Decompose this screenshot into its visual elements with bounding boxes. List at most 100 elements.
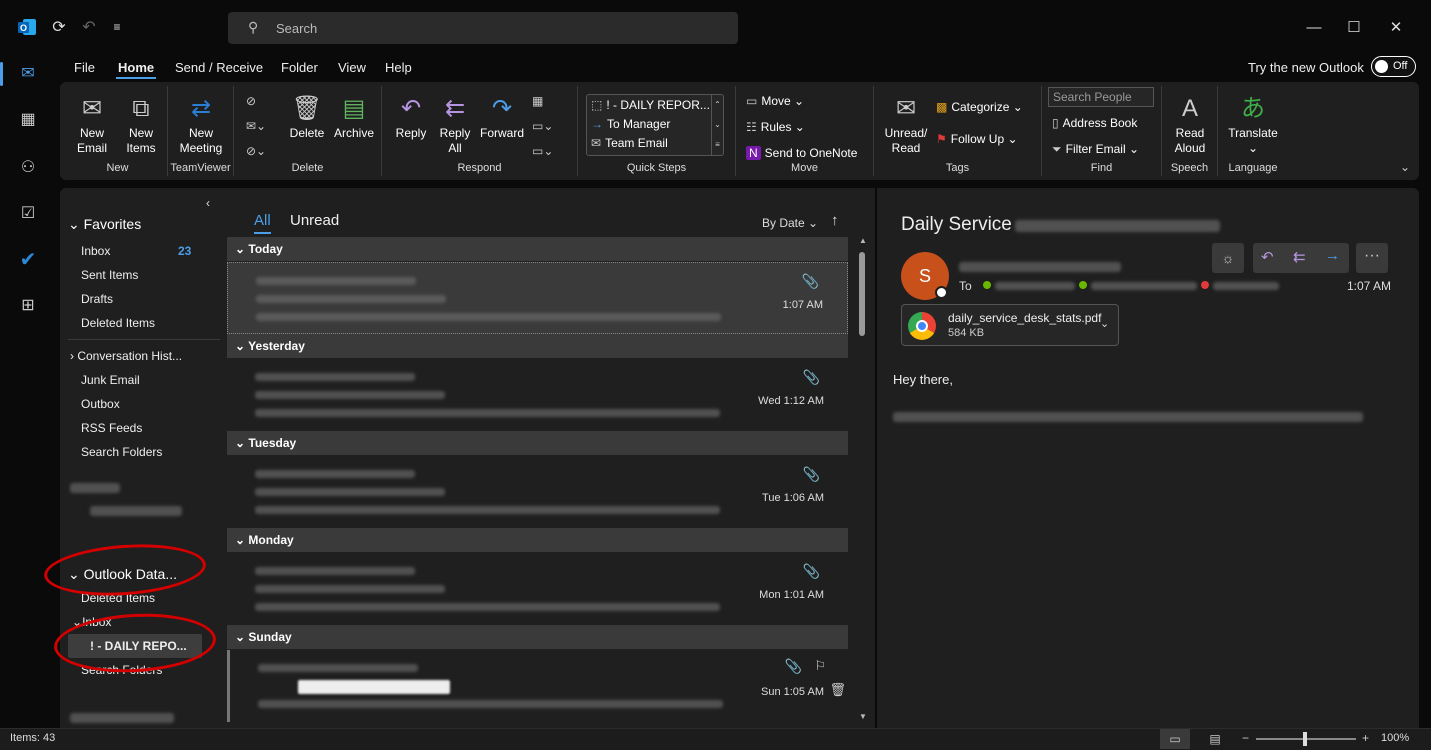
favorites-header[interactable]: ⌄ Favorites bbox=[68, 216, 141, 233]
menu-home[interactable]: Home bbox=[118, 60, 154, 75]
meeting-reply-icon[interactable]: ▦ bbox=[532, 94, 547, 108]
reply-icon[interactable]: ↶ bbox=[1261, 248, 1274, 266]
sort-direction-icon[interactable]: ↑ bbox=[831, 212, 839, 229]
people-icon[interactable]: ⚇ bbox=[14, 154, 42, 182]
filter-email-button[interactable]: ⏷ Filter Email ⌄ bbox=[1052, 142, 1139, 157]
reading-view-icon[interactable]: ▤ bbox=[1200, 729, 1230, 749]
menu-file[interactable]: File bbox=[74, 60, 95, 75]
group-yesterday[interactable]: ⌄ Yesterday bbox=[227, 334, 848, 358]
more-actions-icon[interactable]: ··· bbox=[1356, 243, 1388, 273]
search-people-input[interactable]: Search People bbox=[1048, 87, 1154, 107]
new-email-button[interactable]: ✉ New Email bbox=[72, 92, 112, 156]
message-item[interactable]: 📎 Mon 1:01 AM bbox=[227, 553, 848, 625]
sync-icon[interactable]: ⟳ bbox=[46, 14, 72, 40]
rules-button[interactable]: ☷ Rules ⌄ bbox=[746, 120, 805, 134]
minimize-button[interactable]: — bbox=[1294, 14, 1334, 42]
close-button[interactable]: ✕ bbox=[1376, 14, 1416, 42]
unread-read-button[interactable]: ✉ Unread/ Read bbox=[882, 92, 930, 156]
reply-button[interactable]: ↶ Reply bbox=[390, 92, 432, 141]
theme-toggle-icon[interactable]: ☼ bbox=[1212, 243, 1244, 273]
scroll-up-icon[interactable]: ▲ bbox=[859, 236, 867, 245]
ignore-icon[interactable]: ⊘ bbox=[246, 94, 260, 108]
presence-busy-icon bbox=[1201, 281, 1209, 289]
blurred-account-2 bbox=[70, 713, 174, 723]
normal-view-icon[interactable]: ▭ bbox=[1160, 729, 1190, 749]
group-monday[interactable]: ⌄ Monday bbox=[227, 528, 848, 552]
undo-icon[interactable]: ↶ bbox=[76, 14, 102, 40]
im-reply-icon[interactable]: ▭⌄ bbox=[532, 119, 557, 133]
ribbon-group-move: ▭ Move ⌄ ☷ Rules ⌄ N Send to OneNote Move bbox=[736, 86, 874, 176]
fav-sent-items[interactable]: Sent Items bbox=[81, 268, 138, 282]
new-meeting-button[interactable]: ⇄ New Meeting bbox=[174, 92, 228, 156]
quickstep-team-email[interactable]: ✉ Team Email bbox=[591, 136, 668, 150]
forward-icon[interactable]: → bbox=[1325, 247, 1340, 264]
reply-all-icon[interactable]: ⇇ bbox=[1293, 248, 1306, 266]
message-item[interactable]: 📎 Tue 1:06 AM bbox=[227, 456, 848, 528]
message-item[interactable]: 📎 Wed 1:12 AM bbox=[227, 359, 848, 431]
group-today[interactable]: ⌄ Today bbox=[227, 237, 848, 261]
apps-icon[interactable]: ⊞ bbox=[14, 292, 42, 320]
mail-icon[interactable]: ✉ bbox=[14, 60, 42, 88]
reply-all-button[interactable]: ⇇ Reply All bbox=[434, 92, 476, 156]
quicksteps-scroll[interactable]: ⌃ ⌄ ≡ bbox=[711, 95, 723, 155]
zoom-slider[interactable] bbox=[1256, 732, 1356, 746]
customize-toolbar-icon[interactable]: ≡ bbox=[104, 14, 130, 40]
group-sunday[interactable]: ⌄ Sunday bbox=[227, 625, 848, 649]
quickstep-daily-report[interactable]: ⬚! - DAILY REPOR... bbox=[591, 98, 710, 112]
new-items-button[interactable]: ⧉ New Items bbox=[116, 92, 166, 156]
chrome-pdf-icon bbox=[908, 312, 936, 340]
search-box[interactable]: ⚲ Search bbox=[228, 12, 738, 44]
collapse-pane-icon[interactable]: ‹ bbox=[206, 196, 210, 210]
search-folders-folder[interactable]: Search Folders bbox=[81, 445, 162, 459]
archive-button[interactable]: ▤ Archive bbox=[330, 92, 378, 141]
toggle-label: Off bbox=[1393, 60, 1408, 72]
filter-unread-tab[interactable]: Unread bbox=[290, 212, 339, 229]
outbox-folder[interactable]: Outbox bbox=[81, 397, 120, 411]
flag-icon[interactable]: ⚐ bbox=[814, 658, 826, 674]
categorize-button[interactable]: ▩ Categorize ⌄ bbox=[936, 100, 1023, 114]
delete-button[interactable]: 🗑 Delete bbox=[286, 92, 328, 141]
move-button[interactable]: ▭ Move ⌄ bbox=[746, 94, 804, 108]
attachment-dropdown-icon[interactable]: ⌄ bbox=[1100, 317, 1109, 330]
more-respond-icon[interactable]: ▭⌄ bbox=[532, 144, 557, 158]
cleanup-icon[interactable]: ✉⌄ bbox=[246, 119, 270, 133]
message-list-scrollbar[interactable]: ▲ ▼ bbox=[856, 236, 870, 724]
junk-icon[interactable]: ⊘⌄ bbox=[246, 144, 270, 158]
menu-help[interactable]: Help bbox=[385, 60, 412, 75]
quickstep-to-manager[interactable]: → To Manager bbox=[591, 117, 670, 131]
zoom-in-icon[interactable]: + bbox=[1362, 731, 1369, 745]
group-tuesday[interactable]: ⌄ Tuesday bbox=[227, 431, 848, 455]
fav-drafts[interactable]: Drafts bbox=[81, 292, 113, 306]
todo-icon[interactable]: ✔ bbox=[14, 246, 42, 274]
zoom-out-icon[interactable]: − bbox=[1242, 731, 1249, 745]
calendar-icon[interactable]: ▦ bbox=[14, 106, 42, 134]
attachment-card[interactable]: daily_service_desk_stats.pdf 584 KB ⌄ bbox=[901, 304, 1119, 346]
reply-all-icon: ⇇ bbox=[444, 95, 466, 122]
zoom-slider-thumb[interactable] bbox=[1303, 732, 1307, 746]
scroll-down-icon[interactable]: ▼ bbox=[859, 712, 867, 721]
send-to-onenote-button[interactable]: N Send to OneNote bbox=[746, 146, 857, 160]
junk-email-folder[interactable]: Junk Email bbox=[81, 373, 140, 387]
message-item[interactable]: 📎 ⚐ Sun 1:05 AM 🗑 bbox=[227, 650, 848, 722]
filter-all-tab[interactable]: All bbox=[254, 212, 271, 229]
read-aloud-button[interactable]: A Read Aloud bbox=[1166, 92, 1214, 156]
translate-button[interactable]: あ Translate ⌄ bbox=[1224, 92, 1282, 156]
fav-inbox[interactable]: Inbox bbox=[81, 244, 110, 258]
fav-deleted-items[interactable]: Deleted Items bbox=[81, 316, 155, 330]
delete-message-icon[interactable]: 🗑 bbox=[829, 682, 846, 698]
follow-up-button[interactable]: ⚑ Follow Up ⌄ bbox=[936, 132, 1018, 146]
conversation-history-folder[interactable]: › Conversation Hist... bbox=[70, 349, 182, 363]
rss-feeds-folder[interactable]: RSS Feeds bbox=[81, 421, 142, 435]
forward-button[interactable]: ↷ Forward bbox=[478, 92, 526, 141]
new-outlook-toggle[interactable]: Off bbox=[1371, 56, 1416, 77]
scrollbar-thumb[interactable] bbox=[859, 252, 865, 336]
maximize-button[interactable]: ☐ bbox=[1334, 14, 1374, 42]
menu-send-receive[interactable]: Send / Receive bbox=[175, 60, 263, 75]
sort-by-date[interactable]: By Date ⌄ bbox=[762, 216, 818, 230]
address-book-button[interactable]: ▯ Address Book bbox=[1052, 116, 1137, 130]
menu-folder[interactable]: Folder bbox=[281, 60, 318, 75]
menu-view[interactable]: View bbox=[338, 60, 366, 75]
tasks-icon[interactable]: ☑ bbox=[14, 200, 42, 228]
collapse-ribbon-icon[interactable]: ⌄ bbox=[1400, 160, 1410, 174]
message-item[interactable]: 📎 1:07 AM bbox=[227, 262, 848, 334]
